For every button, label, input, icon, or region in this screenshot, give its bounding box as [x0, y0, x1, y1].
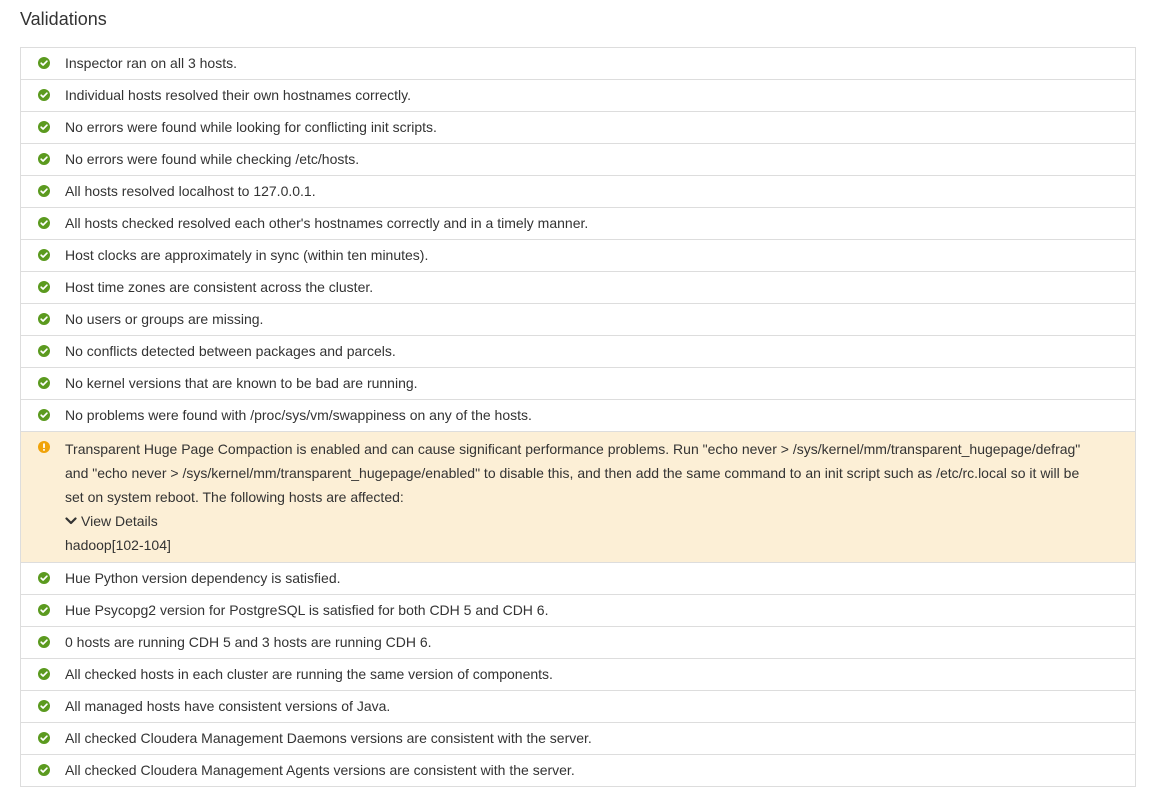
exclamation-circle-icon — [38, 441, 50, 453]
chevron-down-icon — [65, 516, 77, 526]
check-circle-icon — [38, 409, 50, 421]
validation-message: Inspector ran on all 3 hosts. — [65, 55, 237, 71]
validation-row: All hosts resolved localhost to 127.0.0.… — [21, 176, 1135, 208]
validation-row: Hue Python version dependency is satisfi… — [21, 563, 1135, 595]
validation-row: No problems were found with /proc/sys/vm… — [21, 400, 1135, 432]
check-circle-icon — [38, 377, 50, 389]
check-circle-icon — [38, 604, 50, 616]
validation-message: No conflicts detected between packages a… — [65, 343, 396, 359]
validation-message: No kernel versions that are known to be … — [65, 375, 418, 391]
validation-message: All hosts checked resolved each other's … — [65, 215, 589, 231]
check-circle-icon — [38, 57, 50, 69]
validation-row: Hue Psycopg2 version for PostgreSQL is s… — [21, 595, 1135, 627]
view-details-label: View Details — [81, 513, 158, 529]
validation-message: All checked hosts in each cluster are ru… — [65, 666, 553, 682]
validation-message: Individual hosts resolved their own host… — [65, 87, 412, 103]
validation-row: No users or groups are missing. — [21, 304, 1135, 336]
check-circle-icon — [38, 345, 50, 357]
affected-hosts: hadoop[102-104] — [65, 537, 171, 553]
validation-row: All checked hosts in each cluster are ru… — [21, 659, 1135, 691]
check-circle-icon — [38, 153, 50, 165]
check-circle-icon — [38, 281, 50, 293]
validation-message: Hue Python version dependency is satisfi… — [65, 570, 341, 586]
check-circle-icon — [38, 700, 50, 712]
check-circle-icon — [38, 636, 50, 648]
validation-message: Transparent Huge Page Compaction is enab… — [65, 441, 1081, 505]
check-circle-icon — [38, 121, 50, 133]
validation-row: No conflicts detected between packages a… — [21, 336, 1135, 368]
page-title: Validations — [20, 9, 107, 29]
check-circle-icon — [38, 732, 50, 744]
validation-message: No problems were found with /proc/sys/vm… — [65, 407, 532, 423]
validation-message: No users or groups are missing. — [65, 311, 264, 327]
validation-row: All checked Cloudera Management Daemons … — [21, 723, 1135, 755]
validation-row: Host clocks are approximately in sync (w… — [21, 240, 1135, 272]
validation-row: 0 hosts are running CDH 5 and 3 hosts ar… — [21, 627, 1135, 659]
validation-message: Host clocks are approximately in sync (w… — [65, 247, 429, 263]
validation-row: Inspector ran on all 3 hosts. — [21, 48, 1135, 80]
validation-row: No errors were found while checking /etc… — [21, 144, 1135, 176]
validation-row: All managed hosts have consistent versio… — [21, 691, 1135, 723]
validation-message: All checked Cloudera Management Daemons … — [65, 730, 592, 746]
check-circle-icon — [38, 249, 50, 261]
check-circle-icon — [38, 668, 50, 680]
validation-row: No errors were found while looking for c… — [21, 112, 1135, 144]
validation-row: All checked Cloudera Management Agents v… — [21, 755, 1135, 787]
validation-row-warning: Transparent Huge Page Compaction is enab… — [21, 432, 1135, 563]
validation-message: All hosts resolved localhost to 127.0.0.… — [65, 183, 316, 199]
validation-message: 0 hosts are running CDH 5 and 3 hosts ar… — [65, 634, 432, 650]
view-details-toggle[interactable]: View Details — [65, 509, 158, 533]
validation-list: Inspector ran on all 3 hosts. Individual … — [20, 47, 1136, 787]
validation-message: No errors were found while checking /etc… — [65, 151, 360, 167]
check-circle-icon — [38, 764, 50, 776]
validation-message: All checked Cloudera Management Agents v… — [65, 762, 575, 778]
validation-message: Host time zones are consistent across th… — [65, 279, 374, 295]
validation-message: Hue Psycopg2 version for PostgreSQL is s… — [65, 602, 549, 618]
validation-message: No errors were found while looking for c… — [65, 119, 437, 135]
check-circle-icon — [38, 572, 50, 584]
check-circle-icon — [38, 89, 50, 101]
check-circle-icon — [38, 217, 50, 229]
check-circle-icon — [38, 313, 50, 325]
validation-row: All hosts checked resolved each other's … — [21, 208, 1135, 240]
validation-message: All managed hosts have consistent versio… — [65, 698, 391, 714]
check-circle-icon — [38, 185, 50, 197]
validation-row: Individual hosts resolved their own host… — [21, 80, 1135, 112]
validation-row: Host time zones are consistent across th… — [21, 272, 1135, 304]
validation-row: No kernel versions that are known to be … — [21, 368, 1135, 400]
